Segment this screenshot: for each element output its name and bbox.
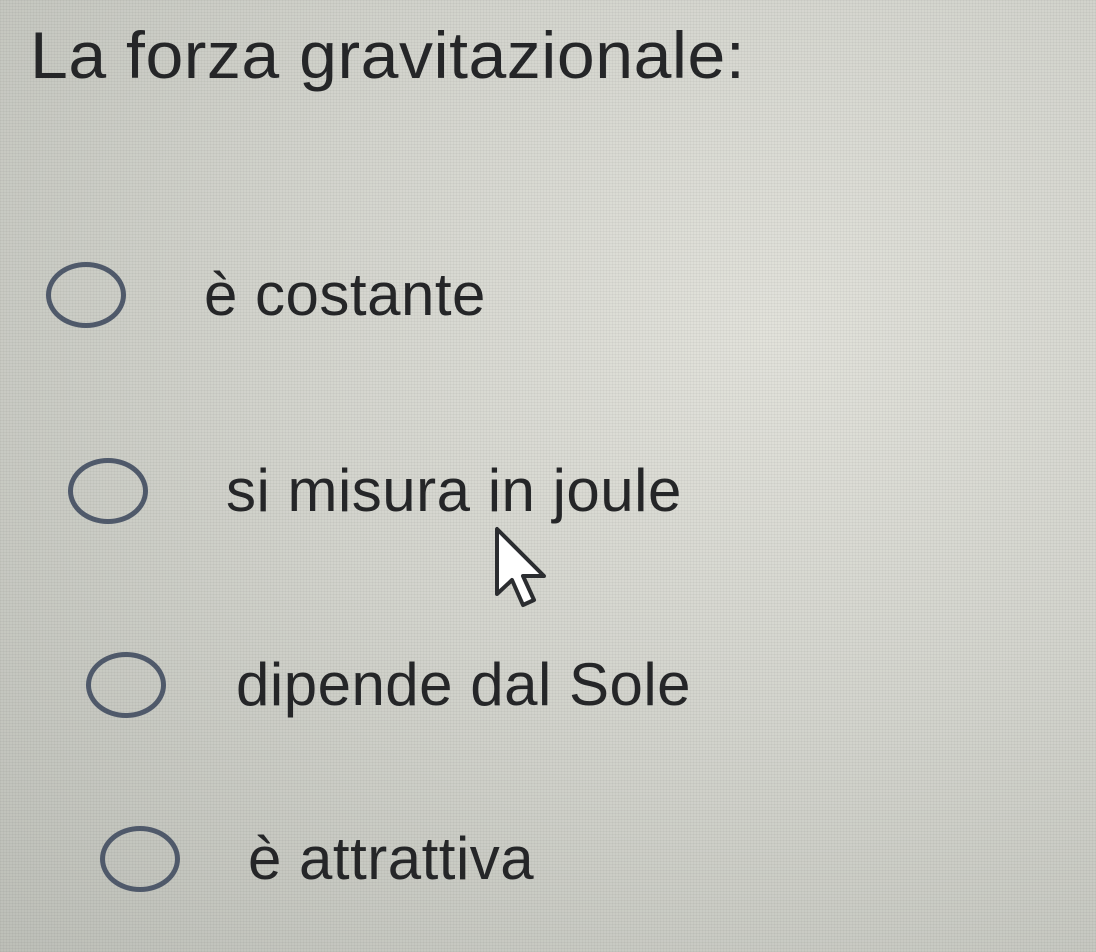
option-label: è attrattiva: [248, 825, 535, 892]
arrow-pointer-icon: [495, 527, 546, 607]
radio-button[interactable]: [46, 262, 126, 328]
option-si-misura-in-joule[interactable]: si misura in joule: [68, 458, 682, 524]
option-e-costante[interactable]: è costante: [46, 262, 486, 328]
question-title: La forza gravitazionale:: [30, 18, 746, 92]
option-label: dipende dal Sole: [236, 651, 692, 718]
radio-button[interactable]: [68, 458, 148, 524]
option-label: si misura in joule: [226, 457, 682, 524]
option-e-attrattiva[interactable]: è attrattiva: [100, 826, 534, 892]
option-label: è costante: [204, 261, 486, 328]
radio-button[interactable]: [86, 652, 166, 718]
option-dipende-dal-sole[interactable]: dipende dal Sole: [86, 652, 691, 718]
radio-button[interactable]: [100, 826, 180, 892]
